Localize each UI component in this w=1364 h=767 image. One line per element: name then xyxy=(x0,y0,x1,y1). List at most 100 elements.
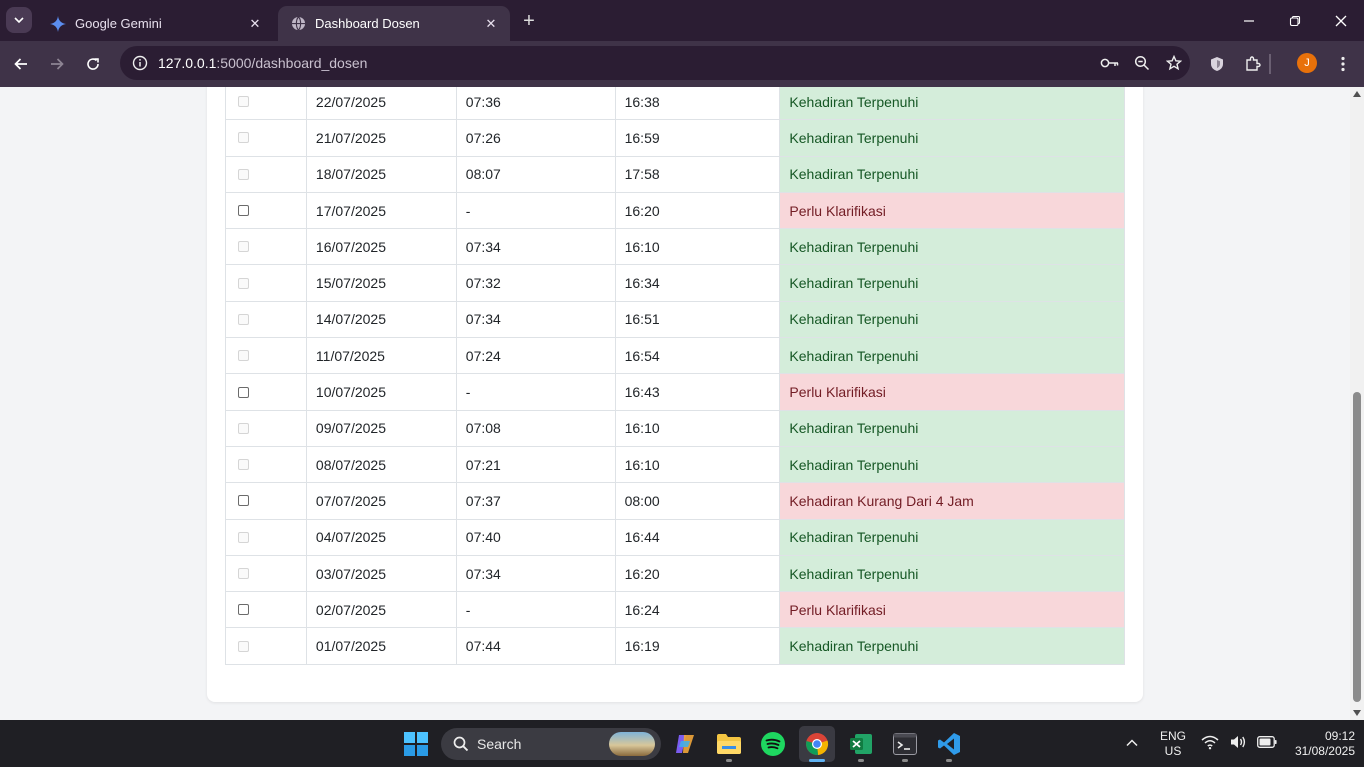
reload-icon xyxy=(87,58,99,70)
restore-button[interactable] xyxy=(1272,0,1318,41)
date-cell: 04/07/2025 xyxy=(305,518,457,556)
scroll-up-arrow-icon[interactable] xyxy=(1353,90,1361,98)
status-cell: Kehadiran Terpenuhi xyxy=(779,119,1125,157)
close-tab-icon[interactable]: ✕ xyxy=(482,15,500,33)
check-in-cell: - xyxy=(455,591,616,629)
battery-icon xyxy=(1257,736,1277,748)
running-indicator xyxy=(946,759,952,762)
close-tab-icon[interactable]: ✕ xyxy=(246,15,264,33)
check-out-cell: 16:20 xyxy=(614,554,781,593)
row-select-cell xyxy=(225,300,307,339)
status-cell: Kehadiran Kurang Dari 4 Jam xyxy=(779,482,1125,520)
language-label: ENG xyxy=(1159,729,1186,743)
clock-time: 09:12 xyxy=(1324,729,1355,743)
row-select-cell xyxy=(225,591,307,629)
taskbar-search[interactable]: Search xyxy=(441,728,661,760)
extension-shield-icon[interactable] xyxy=(1203,50,1231,78)
table-row: 18/07/2025 08:07 17:58 Kehadiran Terpenuhi xyxy=(225,155,1125,193)
check-out-cell: 16:51 xyxy=(614,300,781,339)
running-indicator xyxy=(858,759,864,762)
table-row: 11/07/2025 07:24 16:54 Kehadiran Terpenuhi xyxy=(225,337,1125,375)
status-cell: Kehadiran Terpenuhi xyxy=(779,445,1125,484)
file-explorer-app[interactable] xyxy=(711,726,747,762)
excel-app[interactable] xyxy=(843,726,879,762)
windows-taskbar: Search ENG US 09:12 31/08/2025 xyxy=(0,720,1364,767)
row-checkbox[interactable] xyxy=(238,604,249,616)
row-checkbox xyxy=(238,568,249,579)
check-out-cell: 16:19 xyxy=(614,627,781,665)
restore-icon xyxy=(1289,15,1301,26)
running-indicator xyxy=(809,759,825,762)
row-checkbox xyxy=(238,459,249,471)
extensions-puzzle-icon[interactable] xyxy=(1239,50,1267,78)
chevron-up-icon xyxy=(1126,739,1138,747)
check-out-cell: 16:10 xyxy=(614,445,781,484)
date-cell: 17/07/2025 xyxy=(305,191,457,230)
check-in-cell: 07:40 xyxy=(455,518,616,556)
row-checkbox[interactable] xyxy=(238,495,249,507)
tab-search-button[interactable] xyxy=(6,7,32,33)
excel-icon xyxy=(850,734,872,754)
close-icon xyxy=(1335,15,1347,26)
check-in-cell: 07:34 xyxy=(455,300,616,339)
row-select-cell xyxy=(225,337,307,375)
spotify-app[interactable] xyxy=(755,726,791,762)
check-in-cell: 07:08 xyxy=(455,409,616,447)
windows-start-button[interactable] xyxy=(398,726,434,762)
row-select-cell xyxy=(225,191,307,230)
chrome-app[interactable] xyxy=(799,726,835,762)
profile-avatar[interactable]: J xyxy=(1297,53,1317,73)
address-bar[interactable]: 127.0.0.1:5000/dashboard_dosen xyxy=(120,46,1190,80)
back-button[interactable] xyxy=(7,50,35,78)
check-in-cell: 07:34 xyxy=(455,228,616,266)
tab-google-gemini[interactable]: Google Gemini ✕ xyxy=(38,6,274,41)
site-info-icon[interactable] xyxy=(124,46,156,80)
system-tray-status[interactable] xyxy=(1201,734,1277,750)
check-in-cell: - xyxy=(455,191,616,230)
row-checkbox[interactable] xyxy=(238,205,249,217)
attendance-card: 22/07/2025 07:36 16:38 Kehadiran Terpenuhi 2… xyxy=(207,87,1143,702)
reload-button[interactable] xyxy=(79,50,107,78)
scrollbar-thumb[interactable] xyxy=(1353,392,1361,702)
region-label: US xyxy=(1164,744,1182,758)
row-checkbox xyxy=(238,313,249,325)
copilot-app[interactable] xyxy=(667,726,703,762)
tab-dashboard-dosen[interactable]: Dashboard Dosen ✕ xyxy=(278,6,510,41)
check-in-cell: 07:37 xyxy=(455,482,616,520)
vscode-app[interactable] xyxy=(931,726,967,762)
check-out-cell: 08:00 xyxy=(614,482,781,520)
date-cell: 02/07/2025 xyxy=(305,591,457,629)
minimize-button[interactable] xyxy=(1226,0,1272,41)
close-window-button[interactable] xyxy=(1318,0,1364,41)
clock[interactable]: 09:12 31/08/2025 xyxy=(1279,729,1355,759)
terminal-icon xyxy=(893,733,917,755)
arrow-left-icon xyxy=(14,58,27,70)
globe-icon xyxy=(290,16,306,32)
terminal-app[interactable] xyxy=(887,726,923,762)
bookmark-star-icon[interactable] xyxy=(1158,46,1190,80)
row-checkbox[interactable] xyxy=(238,386,249,398)
tab-title: Dashboard Dosen xyxy=(315,16,420,31)
password-key-icon[interactable] xyxy=(1094,46,1126,80)
table-row: 14/07/2025 07:34 16:51 Kehadiran Terpenuhi xyxy=(225,300,1125,339)
new-tab-button[interactable]: + xyxy=(516,8,542,34)
check-out-cell: 17:58 xyxy=(614,155,781,193)
zoom-icon[interactable] xyxy=(1126,46,1158,80)
browser-menu-icon[interactable] xyxy=(1329,50,1357,78)
spotify-icon xyxy=(761,732,785,756)
table-row: 01/07/2025 07:44 16:19 Kehadiran Terpenuhi xyxy=(225,627,1125,665)
scroll-down-arrow-icon[interactable] xyxy=(1353,709,1361,717)
show-hidden-icons-button[interactable] xyxy=(1125,736,1139,755)
check-out-cell: 16:44 xyxy=(614,518,781,556)
table-row: 22/07/2025 07:36 16:38 Kehadiran Terpenuhi xyxy=(225,87,1125,121)
running-indicator xyxy=(902,759,908,762)
forward-button[interactable] xyxy=(43,50,71,78)
page-scrollbar[interactable] xyxy=(1350,87,1364,720)
check-out-cell: 16:24 xyxy=(614,591,781,629)
check-out-cell: 16:10 xyxy=(614,228,781,266)
status-cell: Kehadiran Terpenuhi xyxy=(779,409,1125,447)
input-language[interactable]: ENG US xyxy=(1158,729,1188,759)
date-cell: 18/07/2025 xyxy=(305,155,457,193)
vscode-icon xyxy=(938,733,960,755)
url-text[interactable]: 127.0.0.1:5000/dashboard_dosen xyxy=(158,55,1094,71)
